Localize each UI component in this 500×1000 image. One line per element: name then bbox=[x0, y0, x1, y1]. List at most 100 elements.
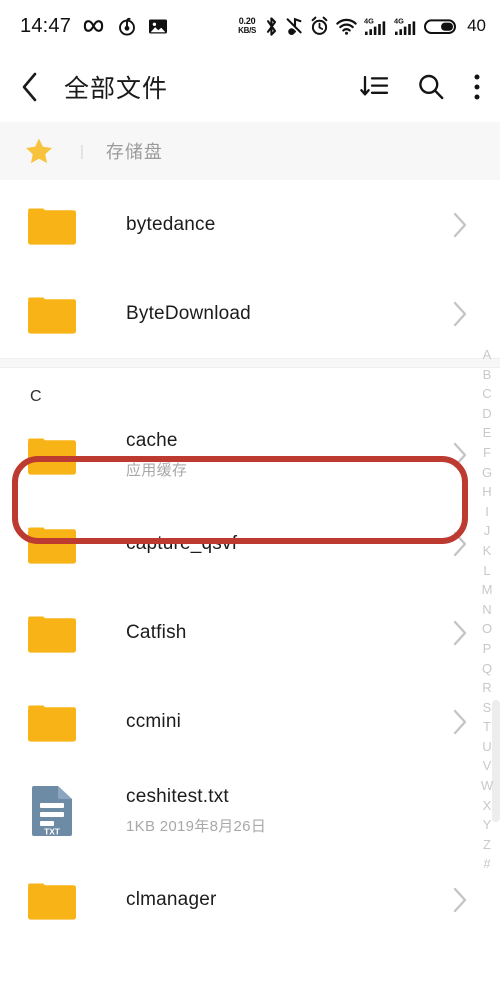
row-name: Catfish bbox=[126, 621, 187, 643]
chevron-right-icon bbox=[452, 530, 468, 558]
file-list: bytedance ByteDownload C cache 应用缓存 capt… bbox=[0, 180, 500, 944]
alpha-index-letter[interactable]: R bbox=[482, 678, 491, 698]
row-meta: 1KB 2019年8月26日 bbox=[126, 817, 267, 835]
alpha-index-letter[interactable]: N bbox=[482, 600, 491, 620]
table-row[interactable]: TXT ceshitest.txt 1KB 2019年8月26日 bbox=[0, 766, 500, 855]
signal-4g-icon: 4G bbox=[364, 16, 387, 36]
alpha-index-letter[interactable]: V bbox=[483, 756, 492, 776]
alpha-index-letter[interactable]: # bbox=[483, 854, 490, 874]
folder-icon bbox=[26, 612, 78, 654]
svg-text:4G: 4G bbox=[394, 17, 404, 26]
alpha-index-letter[interactable]: S bbox=[483, 698, 492, 718]
folder-icon bbox=[26, 879, 78, 921]
row-texts: clmanager bbox=[126, 889, 452, 911]
table-row[interactable]: Catfish bbox=[0, 588, 500, 677]
alpha-index-letter[interactable]: C bbox=[482, 384, 491, 404]
breadcrumb-item-storage[interactable]: 存储盘 bbox=[106, 138, 163, 164]
alpha-index-letter[interactable]: M bbox=[482, 580, 493, 600]
chevron-right-icon bbox=[452, 441, 468, 469]
battery-level: 40 bbox=[467, 16, 486, 35]
row-texts: ByteDownload bbox=[126, 303, 452, 325]
status-bar-right: 0.20 KB/S 4G 4G 40 bbox=[238, 16, 486, 37]
alpha-index-letter[interactable]: E bbox=[483, 423, 492, 443]
alpha-index-letter[interactable]: B bbox=[483, 365, 492, 385]
table-row[interactable]: bytedance bbox=[0, 180, 500, 269]
back-chevron-icon bbox=[22, 72, 37, 102]
status-time: 14:47 bbox=[20, 14, 72, 37]
alpha-index-letter[interactable]: K bbox=[483, 541, 492, 561]
alpha-index-letter[interactable]: L bbox=[483, 561, 490, 581]
row-name: clmanager bbox=[126, 888, 217, 910]
row-texts: cache 应用缓存 bbox=[126, 430, 452, 480]
row-name: capture_qsvf bbox=[126, 532, 238, 554]
row-texts: capture_qsvf bbox=[126, 533, 452, 555]
row-texts: Catfish bbox=[126, 622, 452, 644]
table-row-cache[interactable]: cache 应用缓存 bbox=[0, 410, 500, 499]
status-bar-left: 14:47 bbox=[20, 15, 168, 38]
page-title: 全部文件 bbox=[64, 75, 169, 103]
row-name: ccmini bbox=[126, 710, 182, 732]
table-row[interactable]: ccmini bbox=[0, 677, 500, 766]
txt-file-icon: TXT bbox=[26, 785, 78, 837]
alpha-index-letter[interactable]: G bbox=[482, 463, 492, 483]
alpha-index-letter[interactable]: U bbox=[482, 737, 491, 757]
alarm-icon bbox=[310, 16, 329, 36]
chevron-right-icon bbox=[452, 708, 468, 736]
alpha-index-letter[interactable]: A bbox=[483, 345, 492, 365]
row-name: ceshitest.txt bbox=[126, 785, 229, 807]
battery-icon bbox=[424, 17, 458, 36]
alpha-index-letter[interactable]: T bbox=[483, 717, 491, 737]
status-bar: 14:47 0.20 KB/S 4G 4G 40 bbox=[0, 0, 500, 52]
alpha-index-letter[interactable]: D bbox=[482, 404, 491, 424]
search-icon[interactable] bbox=[416, 72, 446, 102]
bluetooth-icon bbox=[264, 16, 279, 37]
alpha-index-letter[interactable]: Z bbox=[483, 835, 491, 855]
row-name: ByteDownload bbox=[126, 302, 251, 324]
alpha-index-letter[interactable]: P bbox=[483, 639, 492, 659]
more-vertical-icon[interactable] bbox=[472, 72, 482, 102]
row-name: cache bbox=[126, 429, 178, 451]
alphabet-index[interactable]: A B C D E F G H I J K L M N O P Q R S T … bbox=[476, 345, 498, 874]
signal-4g-icon-2: 4G bbox=[394, 16, 417, 36]
section-header-c: C bbox=[0, 368, 500, 410]
row-name: bytedance bbox=[126, 213, 216, 235]
back-button[interactable] bbox=[20, 67, 54, 107]
chevron-right-icon bbox=[452, 211, 468, 239]
folder-icon bbox=[26, 204, 78, 246]
table-row[interactable]: ByteDownload bbox=[0, 269, 500, 358]
table-row[interactable]: clmanager bbox=[0, 855, 500, 944]
title-bar: 全部文件 bbox=[0, 52, 500, 122]
infinity-icon bbox=[82, 18, 106, 34]
alpha-index-letter[interactable]: Q bbox=[482, 659, 492, 679]
row-subtitle: 应用缓存 bbox=[126, 461, 188, 479]
breadcrumb: | 存储盘 bbox=[0, 122, 500, 180]
star-icon[interactable] bbox=[24, 136, 54, 166]
svg-text:4G: 4G bbox=[364, 17, 374, 26]
alpha-index-letter[interactable]: W bbox=[481, 776, 493, 796]
breadcrumb-separator: | bbox=[80, 142, 84, 160]
alpha-index-letter[interactable]: F bbox=[483, 443, 491, 463]
alpha-index-letter[interactable]: O bbox=[482, 619, 492, 639]
title-bar-actions bbox=[360, 72, 482, 102]
chevron-right-icon bbox=[452, 886, 468, 914]
section-header-label: C bbox=[30, 388, 43, 405]
folder-icon bbox=[26, 434, 78, 476]
table-row[interactable]: capture_qsvf bbox=[0, 499, 500, 588]
alpha-index-letter[interactable]: I bbox=[485, 502, 489, 522]
mute-icon bbox=[286, 16, 303, 37]
folder-icon bbox=[26, 701, 78, 743]
row-texts: ceshitest.txt 1KB 2019年8月26日 bbox=[126, 786, 474, 836]
alpha-index-letter[interactable]: X bbox=[483, 796, 492, 816]
wifi-icon bbox=[336, 18, 357, 35]
alpha-index-letter[interactable]: J bbox=[484, 521, 491, 541]
alpha-index-letter[interactable]: H bbox=[482, 482, 491, 502]
chevron-right-icon bbox=[452, 300, 468, 328]
section-divider bbox=[0, 358, 500, 368]
chevron-right-icon bbox=[452, 619, 468, 647]
row-texts: ccmini bbox=[126, 711, 452, 733]
netease-music-icon bbox=[117, 16, 137, 36]
alpha-index-letter[interactable]: Y bbox=[483, 815, 492, 835]
network-speed-unit: KB/S bbox=[238, 26, 257, 35]
sort-descending-icon[interactable] bbox=[360, 73, 390, 101]
network-speed-value: 0.20 bbox=[238, 16, 256, 26]
